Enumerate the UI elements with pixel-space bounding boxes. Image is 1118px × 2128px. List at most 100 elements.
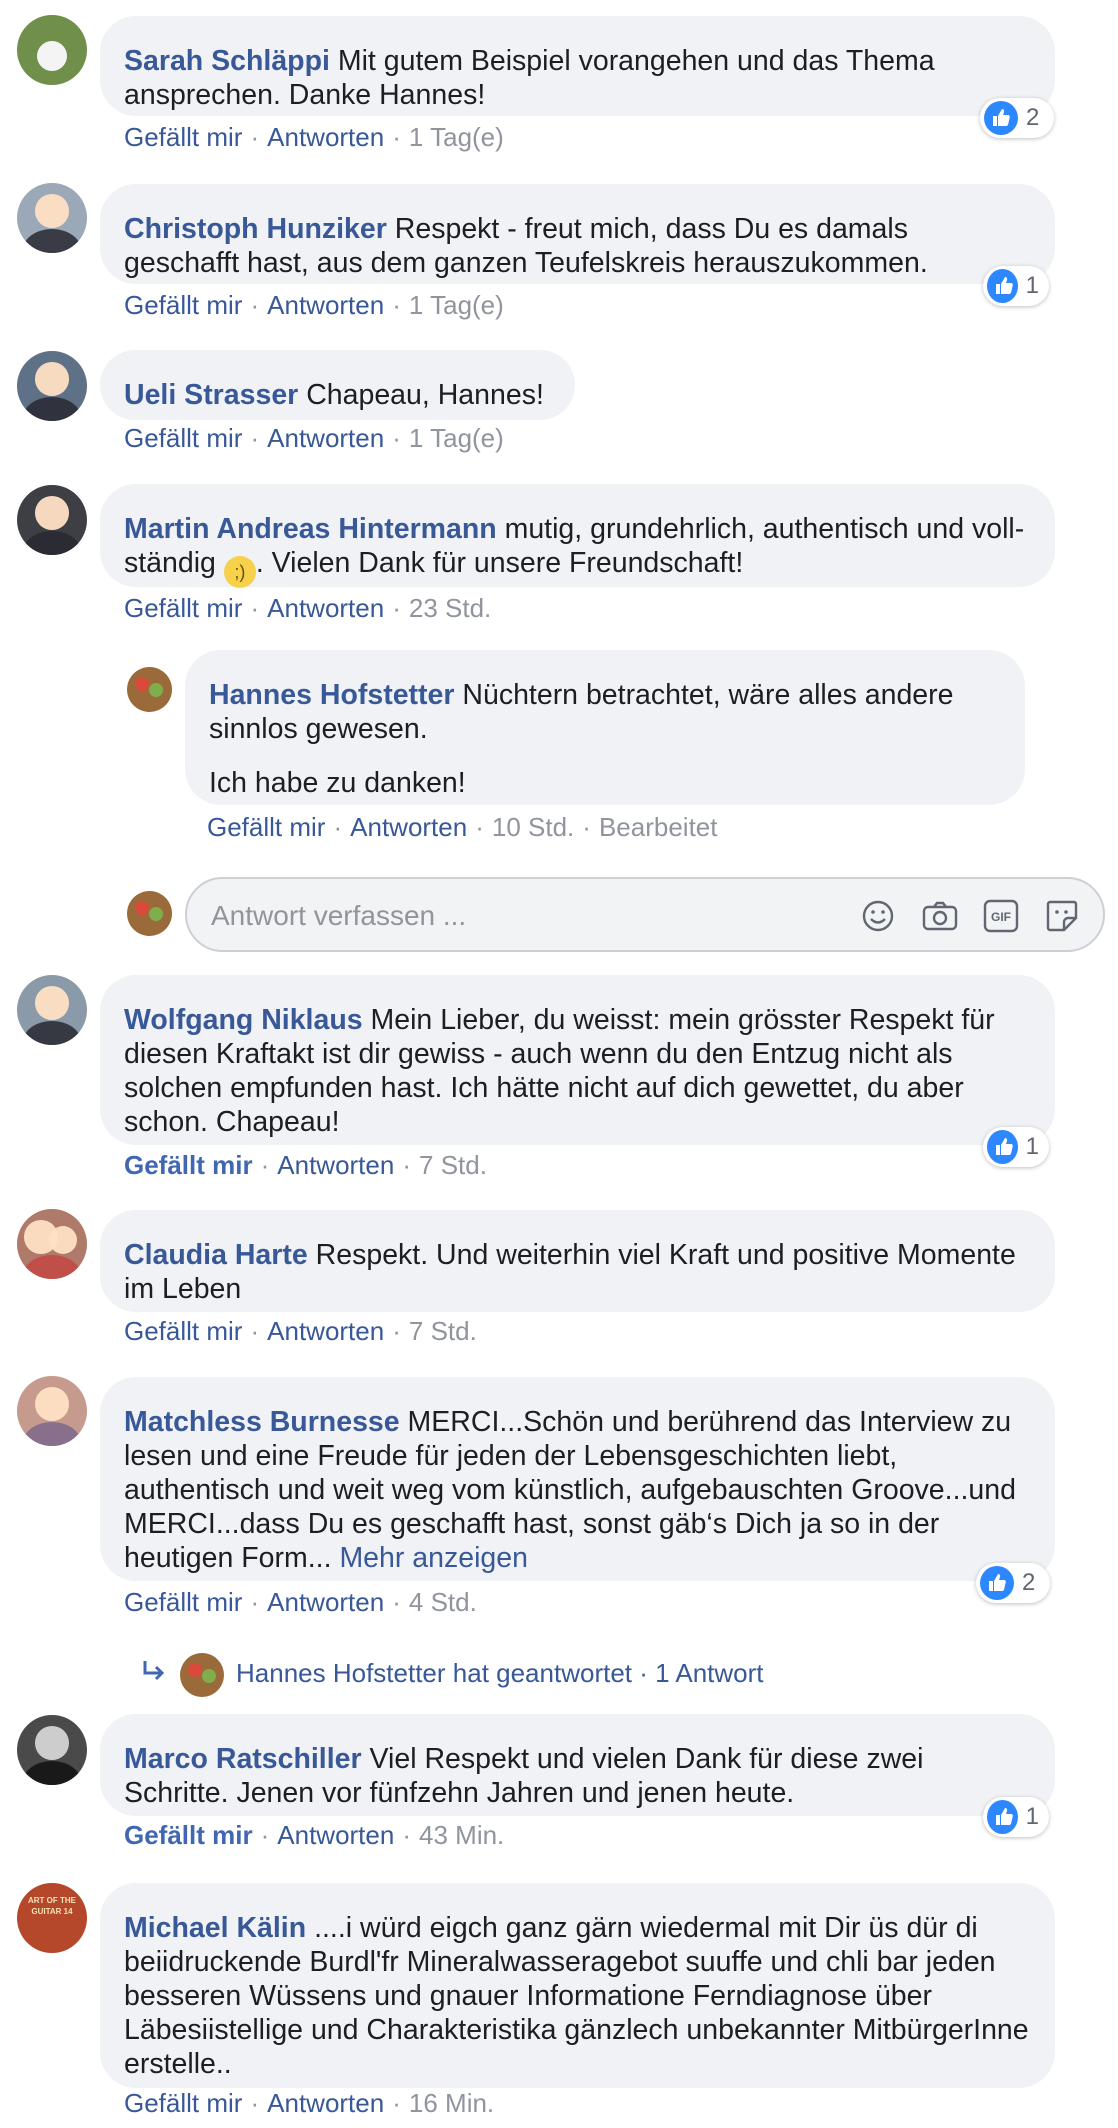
- sticker-icon[interactable]: [1043, 897, 1081, 935]
- reply-link[interactable]: Antworten: [277, 1150, 394, 1180]
- separator: ·: [250, 2088, 260, 2118]
- comment-text: Chapeau, Hannes!: [306, 379, 544, 411]
- reply-link[interactable]: Antworten: [277, 1820, 394, 1850]
- separator: ·: [333, 812, 343, 842]
- comment-actions: Gefällt mir · Antworten · 23 Std.: [124, 592, 491, 624]
- reply-link[interactable]: Antworten: [267, 1316, 384, 1346]
- comment-actions: Gefällt mir · Antworten · 7 Std.: [124, 1149, 487, 1181]
- see-more-link[interactable]: Mehr anzeigen: [339, 1542, 528, 1574]
- reaction-count[interactable]: 1: [983, 1797, 1049, 1837]
- timestamp[interactable]: 43 Min.: [419, 1820, 504, 1850]
- avatar[interactable]: [17, 351, 87, 421]
- reaction-count[interactable]: 2: [976, 1563, 1050, 1603]
- timestamp[interactable]: 7 Std.: [419, 1150, 487, 1180]
- comment-author[interactable]: Martin Andreas Hintermann: [124, 513, 497, 545]
- comment-actions: Gefällt mir · Antworten · 1 Tag(e): [124, 121, 504, 153]
- separator: ·: [392, 1316, 401, 1346]
- gif-icon[interactable]: GIF: [982, 897, 1020, 935]
- timestamp[interactable]: 1 Tag(e): [409, 290, 504, 320]
- avatar[interactable]: [17, 183, 87, 253]
- like-link[interactable]: Gefällt mir: [124, 1316, 242, 1346]
- like-link[interactable]: Gefällt mir: [124, 593, 242, 623]
- timestamp[interactable]: 1 Tag(e): [409, 122, 504, 152]
- separator: ·: [260, 1820, 270, 1850]
- reaction-number: 1: [1025, 1803, 1039, 1830]
- comment-actions: Gefällt mir · Antworten · 7 Std.: [124, 1315, 477, 1347]
- separator: ·: [250, 290, 260, 320]
- like-link[interactable]: Gefällt mir: [124, 1820, 253, 1850]
- timestamp[interactable]: 23 Std.: [409, 593, 491, 623]
- reply-author[interactable]: Hannes Hofstetter: [209, 679, 454, 711]
- avatar[interactable]: [127, 667, 172, 712]
- comment-bubble: Claudia Harte Respekt. Und weiterhin vie…: [100, 1210, 1055, 1312]
- like-link[interactable]: Gefällt mir: [124, 1587, 242, 1617]
- composer-avatar: [127, 891, 172, 936]
- reply-input[interactable]: [209, 893, 773, 939]
- comment-actions: Gefällt mir · Antworten · 43 Min.: [124, 1819, 504, 1851]
- avatar[interactable]: ART OF THE GUITAR 14: [17, 1883, 87, 1953]
- reply-link[interactable]: Antworten: [267, 122, 384, 152]
- comment-bubble: Christoph Hunziker Respekt - freut mich,…: [100, 184, 1055, 284]
- avatar[interactable]: [17, 1376, 87, 1446]
- like-link[interactable]: Gefällt mir: [124, 423, 242, 453]
- comment-author[interactable]: Marco Ratschiller: [124, 1743, 362, 1775]
- reaction-count[interactable]: 1: [983, 266, 1049, 306]
- comment-bubble: Michael Kälin ....i würd eigch ganz gärn…: [100, 1883, 1055, 2088]
- reaction-count[interactable]: 2: [980, 98, 1054, 138]
- comment-author[interactable]: Sarah Schläppi: [124, 45, 330, 77]
- reaction-number: 1: [1025, 272, 1039, 299]
- comment-author[interactable]: Ueli Strasser: [124, 379, 298, 411]
- avatar[interactable]: [17, 15, 87, 85]
- like-link[interactable]: Gefällt mir: [124, 290, 242, 320]
- reply-composer: GIF: [185, 877, 1105, 952]
- reply-link[interactable]: Antworten: [267, 423, 384, 453]
- reply-link[interactable]: Antworten: [267, 1587, 384, 1617]
- separator: ·: [402, 1820, 412, 1850]
- comment-bubble: Martin Andreas Hintermann mutig, grundeh…: [100, 484, 1055, 588]
- timestamp[interactable]: 7 Std.: [409, 1316, 477, 1346]
- avatar[interactable]: [17, 1209, 87, 1279]
- like-link[interactable]: Gefällt mir: [124, 122, 242, 152]
- comment-author[interactable]: Wolfgang Niklaus: [124, 1004, 363, 1036]
- like-icon: [987, 1130, 1018, 1164]
- comment-actions: Gefällt mir · Antworten · 1 Tag(e): [124, 422, 504, 454]
- separator: ·: [250, 1316, 260, 1346]
- emoji-icon[interactable]: [859, 897, 897, 935]
- comment-author[interactable]: Claudia Harte: [124, 1239, 308, 1271]
- like-link[interactable]: Gefällt mir: [207, 812, 325, 842]
- separator: ·: [250, 1587, 260, 1617]
- timestamp[interactable]: 4 Std.: [409, 1587, 477, 1617]
- reply-link[interactable]: Antworten: [267, 290, 384, 320]
- edited-label[interactable]: Bearbeitet: [599, 812, 718, 842]
- reaction-count[interactable]: 1: [983, 1127, 1049, 1167]
- like-link[interactable]: Gefällt mir: [124, 2088, 242, 2118]
- separator: ·: [392, 2088, 401, 2118]
- replies-summary-text: Hannes Hofstetter hat geantwortet · 1 An…: [236, 1658, 764, 1688]
- timestamp[interactable]: 10 Std.: [492, 812, 574, 842]
- like-icon: [984, 101, 1018, 135]
- avatar[interactable]: [17, 485, 87, 555]
- separator: ·: [392, 122, 401, 152]
- avatar[interactable]: [17, 1715, 87, 1785]
- reply-link[interactable]: Antworten: [267, 593, 384, 623]
- reply-link[interactable]: Antworten: [267, 2088, 384, 2118]
- reaction-number: 1: [1025, 1133, 1039, 1160]
- separator: ·: [402, 1150, 412, 1180]
- timestamp[interactable]: 1 Tag(e): [409, 423, 504, 453]
- comment-thread: Sarah Schläppi Mit gutem Beispiel vorang…: [0, 0, 1118, 2128]
- reply-link[interactable]: Antworten: [350, 812, 467, 842]
- comment-author[interactable]: Michael Kälin: [124, 1912, 306, 1944]
- timestamp[interactable]: 16 Min.: [409, 2088, 494, 2118]
- reply-text: Ich habe zu danken!: [209, 767, 466, 799]
- comment-author[interactable]: Christoph Hunziker: [124, 213, 387, 245]
- comment-actions: Gefällt mir · Antworten · 1 Tag(e): [124, 289, 504, 321]
- comment-author[interactable]: Matchless Burnesse: [124, 1406, 400, 1438]
- separator: ·: [392, 1587, 401, 1617]
- comment-bubble: Matchless Burnesse MERCI...Schön und ber…: [100, 1377, 1055, 1581]
- reply-arrow-icon: [140, 1657, 168, 1698]
- camera-icon[interactable]: [921, 897, 959, 935]
- reply-bubble: Hannes Hofstetter Nüchtern betrachtet, w…: [185, 650, 1025, 805]
- svg-text:GIF: GIF: [991, 910, 1011, 924]
- like-link[interactable]: Gefällt mir: [124, 1150, 253, 1180]
- avatar[interactable]: [17, 975, 87, 1045]
